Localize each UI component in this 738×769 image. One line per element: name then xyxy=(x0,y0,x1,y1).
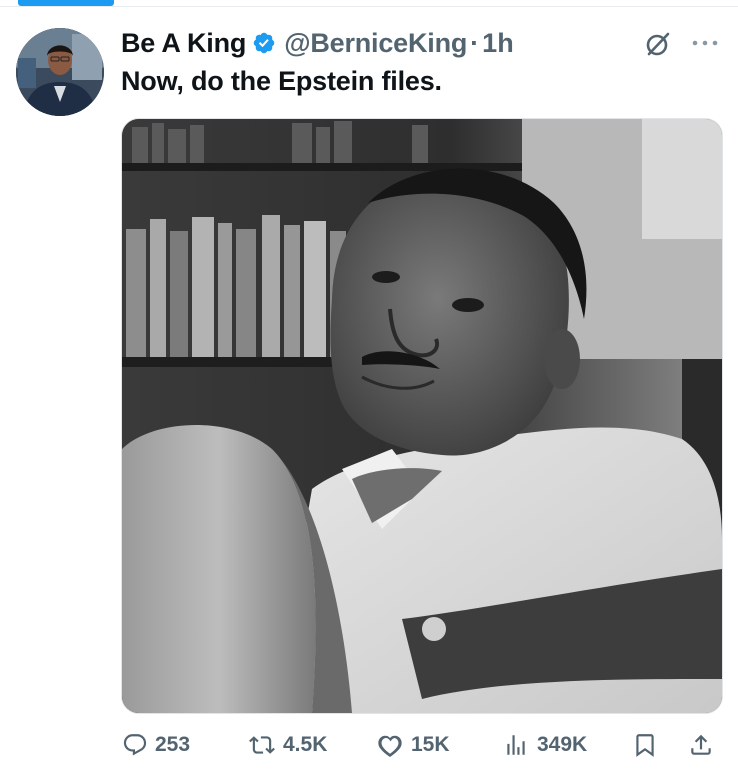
more-icon[interactable] xyxy=(690,38,720,48)
repost-button[interactable]: 4.5K xyxy=(248,722,327,768)
tweet-media-photo[interactable] xyxy=(121,118,723,714)
avatar-photo xyxy=(16,28,104,116)
display-name[interactable]: Be A King xyxy=(121,28,246,59)
reply-icon xyxy=(123,734,147,756)
tweet-actions-bar: 253 4.5K 15K 349K xyxy=(0,722,738,768)
repost-icon xyxy=(249,736,275,754)
bookmark-icon xyxy=(636,734,654,757)
like-button[interactable]: 15K xyxy=(376,722,450,768)
reply-button[interactable]: 253 xyxy=(122,722,190,768)
views-icon xyxy=(507,735,525,755)
like-icon xyxy=(378,735,402,757)
divider xyxy=(0,6,738,7)
separator-dot: · xyxy=(470,27,480,58)
share-button[interactable] xyxy=(688,722,714,768)
avatar[interactable] xyxy=(16,28,104,116)
tweet-header: Be A King @BerniceKing · 1h xyxy=(121,26,514,60)
views-button[interactable]: 349K xyxy=(502,722,587,768)
like-count: 15K xyxy=(411,733,450,756)
bookmark-button[interactable] xyxy=(632,722,658,768)
tweet-text: Now, do the Epstein files. xyxy=(121,66,442,96)
views-count: 349K xyxy=(537,733,588,756)
share-icon xyxy=(691,734,711,755)
repost-count: 4.5K xyxy=(283,733,328,756)
photo-image xyxy=(122,119,722,713)
timestamp[interactable]: 1h xyxy=(482,28,514,59)
reply-count: 253 xyxy=(155,733,191,756)
grok-icon[interactable] xyxy=(643,29,673,59)
handle[interactable]: @BerniceKing xyxy=(284,28,467,59)
verified-badge-icon xyxy=(253,32,275,54)
